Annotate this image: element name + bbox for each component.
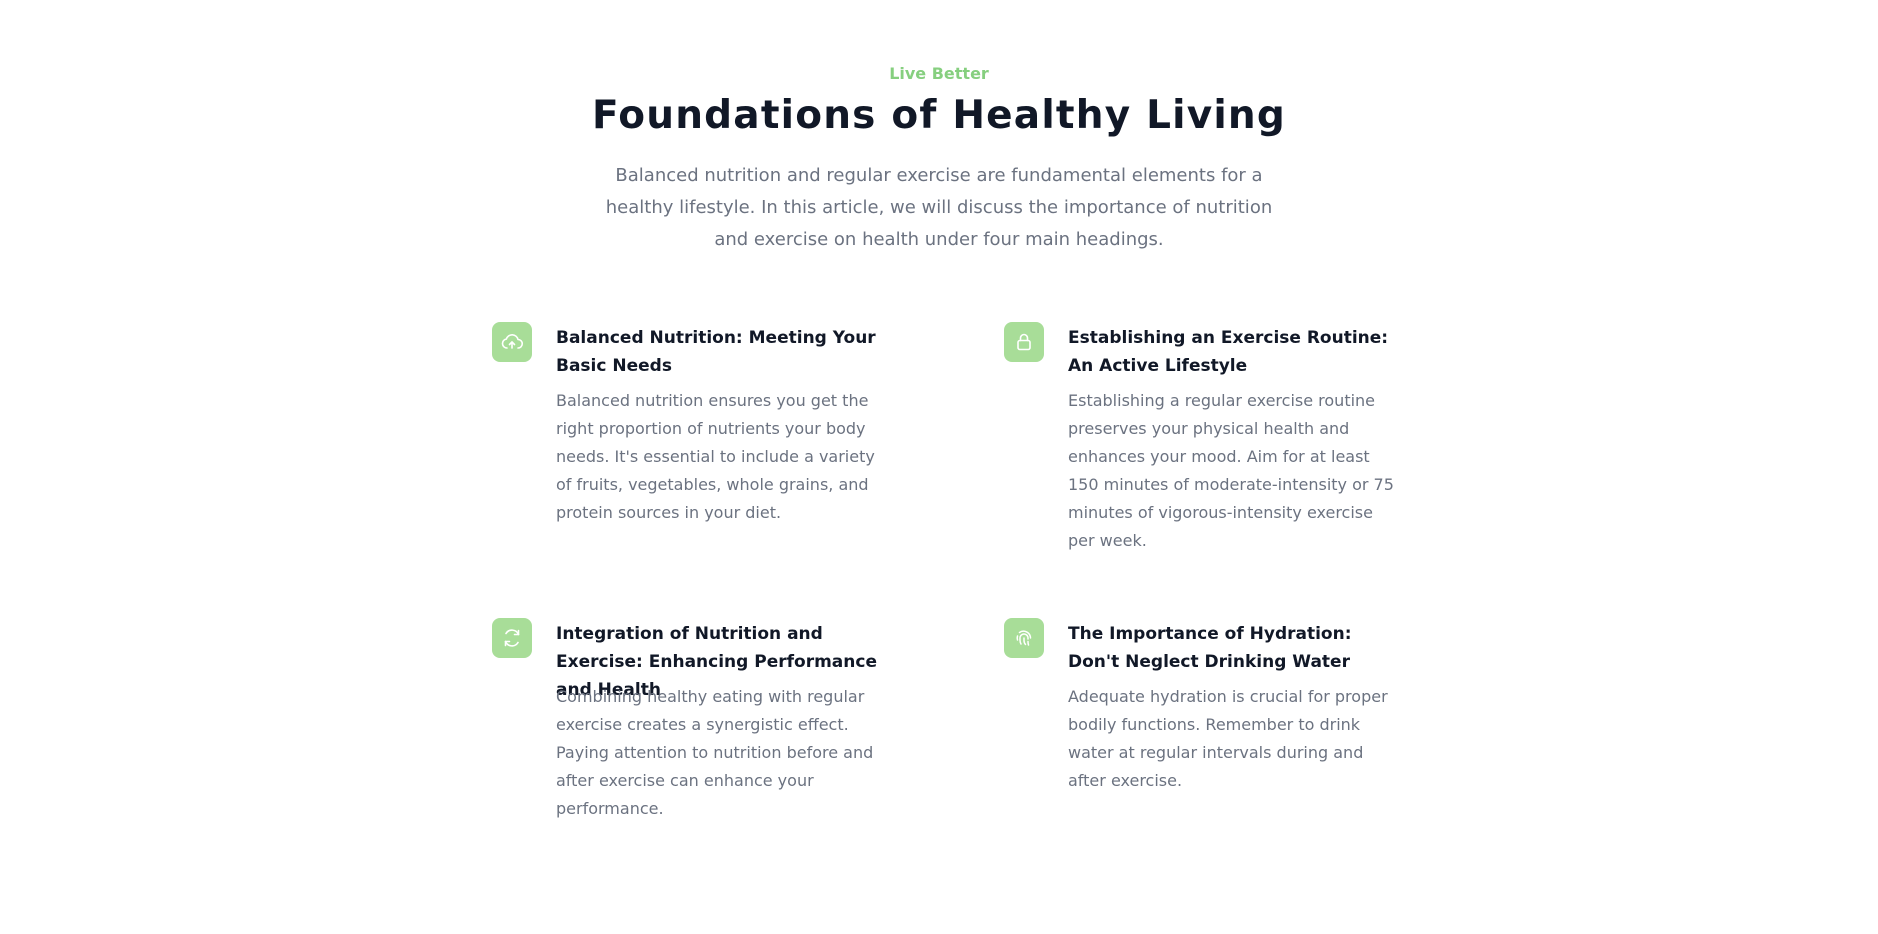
feature-title: Balanced Nutrition: Meeting Your Basic N…	[556, 328, 876, 376]
cloud-upload-icon	[492, 322, 532, 362]
refresh-icon	[492, 618, 532, 658]
features-section: Live Better Foundations of Healthy Livin…	[0, 0, 1878, 934]
feature-description: Adequate hydration is crucial for proper…	[1068, 687, 1388, 790]
feature-title: Establishing an Exercise Routine: An Act…	[1068, 328, 1389, 376]
feature-description: Combining healthy eating with regular ex…	[556, 687, 874, 818]
section-intro: Balanced nutrition and regular exercise …	[605, 165, 1273, 250]
section-title: Foundations of Healthy Living	[592, 93, 1286, 138]
feature-description: Balanced nutrition ensures you get the r…	[556, 391, 875, 522]
feature-description: Establishing a regular exercise routine …	[1068, 391, 1394, 550]
lock-icon	[1004, 322, 1044, 362]
feature-title: The Importance of Hydration: Don't Negle…	[1068, 624, 1352, 672]
section-eyebrow: Live Better	[889, 64, 989, 83]
fingerprint-icon	[1004, 618, 1044, 658]
